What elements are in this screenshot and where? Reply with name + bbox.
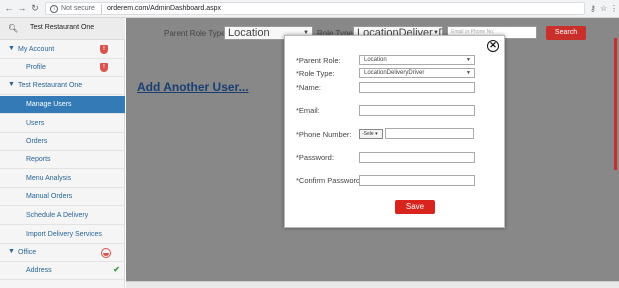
country-code-value: -Sele (362, 131, 374, 137)
chevron-down-icon: ▼ (8, 248, 15, 255)
chevron-down-icon: ▼ (8, 45, 15, 52)
sidebar-item-label: Profile (26, 64, 46, 71)
parent-role-filter-value: Location (228, 27, 270, 39)
url-text[interactable]: orderem.com/AdminDashboard.aspx (107, 5, 221, 12)
phone-field[interactable] (385, 128, 474, 139)
role-type-value: LocationDeliveryDriver (364, 70, 425, 76)
name-label: *Name: (296, 83, 322, 92)
security-label: Not secure (61, 5, 95, 12)
close-icon[interactable]: ✕ (487, 40, 499, 52)
shield-alert-icon: ! (100, 63, 108, 72)
password-label: *Password: (296, 153, 334, 162)
restaurant-selector[interactable]: 🔍︎ Test Restaurant One (0, 18, 125, 40)
sidebar-item-manual-orders[interactable]: Manual Orders (0, 188, 125, 206)
parent-role-label: *Parent Role: (296, 56, 341, 65)
sidebar-item-label: Orders (26, 138, 48, 145)
sidebar-item-label: Menu Analysis (26, 175, 72, 182)
email-field[interactable] (359, 105, 475, 116)
role-type-select[interactable]: LocationDeliveryDriver ▼ (359, 68, 475, 78)
chevron-down-icon: ▼ (466, 70, 471, 76)
name-field[interactable] (359, 82, 475, 93)
address-divider (101, 4, 102, 14)
key-icon[interactable]: ⚷ (590, 3, 596, 14)
toggle-status-icon[interactable] (101, 248, 111, 258)
save-button[interactable]: Save (395, 200, 435, 214)
sidebar-section-my-account[interactable]: ▼ My Account ! (0, 41, 125, 59)
chevron-down-icon: ▼ (8, 81, 15, 88)
sidebar: 🔍︎ Test Restaurant One ▼ My Account ! Pr… (0, 18, 125, 288)
sidebar-item-label: Address (26, 267, 52, 274)
star-icon[interactable]: ☆ (600, 3, 607, 14)
add-another-user-link[interactable]: Add Another User... (137, 80, 249, 94)
horizontal-scrollbar[interactable] (126, 281, 619, 288)
section-label: My Account (18, 46, 55, 53)
sidebar-item-label: Manual Orders (26, 193, 73, 200)
sidebar-item-reports[interactable]: Reports (0, 151, 125, 169)
sidebar-item-manage-users[interactable]: Manage Users (0, 96, 125, 114)
sidebar-item-menu-analysis[interactable]: Menu Analysis (0, 170, 125, 188)
search-button[interactable]: Search (546, 26, 586, 40)
sidebar-item-address[interactable]: Address ✔ (0, 262, 125, 280)
parent-role-select[interactable]: Location ▼ (359, 55, 475, 65)
parent-role-value: Location (364, 57, 387, 63)
reload-icon[interactable]: ↻ (30, 3, 40, 14)
sidebar-item-label: Manage Users (26, 101, 72, 108)
role-type-label: *Role Type: (296, 69, 335, 78)
section-label: Test Restaurant One (18, 82, 83, 89)
password-field[interactable] (359, 152, 475, 163)
add-user-modal: ✕ *Parent Role: Location ▼ *Role Type: L… (284, 35, 505, 228)
email-label: *Email: (296, 106, 320, 115)
sidebar-item-schedule-delivery[interactable]: Schedule A Delivery (0, 207, 125, 225)
browser-toolbar: ← → ↻ i Not secure orderem.com/AdminDash… (0, 0, 619, 18)
chevron-down-icon: ▾ (375, 131, 378, 137)
sidebar-item-profile[interactable]: Profile ! (0, 59, 125, 77)
phone-label: *Phone Number: (296, 130, 352, 139)
address-bar[interactable]: i Not secure orderem.com/AdminDashboard.… (45, 2, 585, 15)
section-label: Office (18, 249, 37, 256)
sidebar-item-label: Reports (26, 156, 51, 163)
sidebar-item-import-delivery[interactable]: Import Delivery Services (0, 226, 125, 244)
sidebar-item-label: Users (26, 120, 45, 127)
shield-alert-icon: ! (100, 45, 108, 54)
search-icon[interactable]: 🔍︎ (8, 24, 18, 34)
confirm-password-field[interactable] (359, 175, 475, 186)
confirm-password-label: *Confirm Password: (296, 176, 363, 185)
sidebar-item-orders[interactable]: Orders (0, 133, 125, 151)
sidebar-item-label: Import Delivery Services (26, 231, 102, 238)
sidebar-section-office[interactable]: ▼ Office (0, 244, 125, 262)
sidebar-item-label: Schedule A Delivery (26, 212, 89, 219)
forward-arrow-icon[interactable]: → (17, 3, 27, 14)
country-code-select[interactable]: -Sele ▾ (359, 129, 383, 139)
right-scrollbar[interactable] (614, 38, 617, 170)
kebab-menu-icon[interactable]: ⋮ (610, 3, 618, 14)
sidebar-item-users[interactable]: Users (0, 115, 125, 133)
restaurant-name: Test Restaurant One (30, 24, 95, 31)
back-arrow-icon[interactable]: ← (4, 3, 14, 14)
sidebar-section-restaurant[interactable]: ▼ Test Restaurant One (0, 77, 125, 95)
checkmark-icon: ✔ (113, 265, 120, 274)
chevron-down-icon: ▼ (466, 57, 471, 63)
parent-role-filter-label: Parent Role Type: (164, 29, 228, 38)
info-icon[interactable]: i (50, 5, 58, 13)
